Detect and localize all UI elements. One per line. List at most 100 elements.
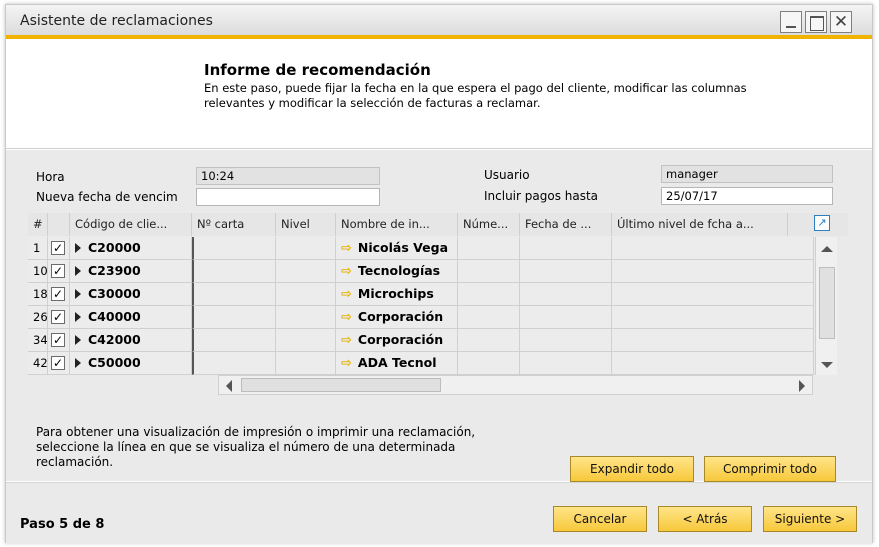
- minimize-button[interactable]: [780, 11, 802, 33]
- wizard-footer: Paso 5 de 8 Cancelar < Atrás Siguiente >: [6, 482, 872, 544]
- expand-all-button[interactable]: Expandir todo: [570, 456, 694, 482]
- customer-code: C50000: [88, 355, 141, 370]
- expand-triangle-icon[interactable]: [75, 335, 81, 345]
- row-checkbox-cell: ✓: [48, 329, 70, 352]
- number-cell: [458, 283, 520, 306]
- nueva-fecha-input[interactable]: [196, 188, 380, 206]
- window-title: Asistente de reclamaciones: [20, 13, 213, 29]
- hora-label: Hora: [36, 170, 65, 184]
- customer-name: Microchips: [357, 286, 434, 301]
- col-nivel[interactable]: Nivel: [276, 213, 336, 236]
- horizontal-scrollbar[interactable]: [218, 375, 813, 395]
- row-checkbox[interactable]: ✓: [51, 310, 65, 324]
- name-cell: ⇨ Nicolás Vega: [336, 237, 458, 260]
- customer-name: Corporación: [357, 332, 444, 347]
- customer-code: C42000: [88, 332, 141, 347]
- close-button[interactable]: ✕: [830, 11, 852, 33]
- maximize-button[interactable]: [805, 11, 827, 33]
- table-row[interactable]: 26 ✓ C40000 ⇨ Corporación: [28, 306, 814, 329]
- table-row[interactable]: 34 ✓ C42000 ⇨ Corporación: [28, 329, 814, 352]
- col-carta[interactable]: Nº carta: [192, 213, 276, 236]
- step-header: Informe de recomendación En este paso, p…: [6, 43, 872, 149]
- expand-triangle-icon[interactable]: [75, 289, 81, 299]
- letter-cell: [192, 352, 276, 375]
- link-arrow-icon[interactable]: ⇨: [341, 284, 352, 305]
- table-row[interactable]: 10 ✓ C23900 ⇨ Tecnologías: [28, 260, 814, 283]
- col-numero[interactable]: Núme...: [458, 213, 520, 236]
- title-bar[interactable]: Asistente de reclamaciones ✕: [6, 5, 872, 39]
- customer-code-cell: C50000: [70, 352, 192, 375]
- scroll-left-icon[interactable]: [226, 380, 232, 392]
- expand-triangle-icon[interactable]: [75, 243, 81, 253]
- number-cell: [458, 352, 520, 375]
- scroll-down-icon[interactable]: [821, 362, 833, 368]
- customer-name: Corporación: [357, 309, 444, 324]
- link-arrow-icon[interactable]: ⇨: [341, 238, 352, 259]
- date-cell: [520, 329, 612, 352]
- row-checkbox[interactable]: ✓: [51, 333, 65, 347]
- customer-code-cell: C42000: [70, 329, 192, 352]
- row-checkbox[interactable]: ✓: [51, 287, 65, 301]
- col-fecha[interactable]: Fecha de ...: [520, 213, 612, 236]
- back-button[interactable]: < Atrás: [658, 506, 752, 532]
- col-num[interactable]: #: [28, 213, 48, 236]
- cancel-button[interactable]: Cancelar: [553, 506, 647, 532]
- number-cell: [458, 260, 520, 283]
- level-cell: [276, 283, 336, 306]
- link-arrow-icon[interactable]: ⇨: [341, 307, 352, 328]
- last-level-cell: [612, 329, 814, 352]
- scroll-up-icon[interactable]: [821, 246, 833, 252]
- letter-cell: [192, 329, 276, 352]
- row-checkbox-cell: ✓: [48, 352, 70, 375]
- last-level-cell: [612, 306, 814, 329]
- last-level-cell: [612, 283, 814, 306]
- level-cell: [276, 352, 336, 375]
- horizontal-scroll-thumb[interactable]: [241, 378, 441, 392]
- row-number: 18: [28, 283, 48, 306]
- collapse-all-button[interactable]: Comprimir todo: [704, 456, 836, 482]
- expand-arrow-icon[interactable]: ↗: [814, 215, 830, 231]
- vertical-scrollbar[interactable]: [815, 237, 837, 375]
- link-arrow-icon[interactable]: ⇨: [341, 353, 352, 374]
- col-codigo[interactable]: Código de clie...: [70, 213, 192, 236]
- expand-triangle-icon[interactable]: [75, 358, 81, 368]
- col-nombre[interactable]: Nombre de in...: [336, 213, 458, 236]
- col-check[interactable]: [48, 213, 70, 236]
- row-checkbox[interactable]: ✓: [51, 356, 65, 370]
- minimize-icon: [781, 12, 801, 32]
- table-row[interactable]: 1 ✓ C20000 ⇨ Nicolás Vega: [28, 237, 814, 260]
- recommendation-grid: # Código de clie... Nº carta Nivel Nombr…: [28, 213, 848, 399]
- number-cell: [458, 306, 520, 329]
- table-row[interactable]: 42 ✓ C50000 ⇨ ADA Tecnol: [28, 352, 814, 375]
- expand-triangle-icon[interactable]: [75, 266, 81, 276]
- row-number: 34: [28, 329, 48, 352]
- link-arrow-icon[interactable]: ⇨: [341, 261, 352, 282]
- table-row[interactable]: 18 ✓ C30000 ⇨ Microchips: [28, 283, 814, 306]
- link-arrow-icon[interactable]: ⇨: [341, 330, 352, 351]
- customer-code: C40000: [88, 309, 141, 324]
- col-ultimo-nivel[interactable]: Último nivel de fcha a...: [612, 213, 788, 236]
- customer-name: Tecnologías: [357, 263, 441, 278]
- scroll-right-icon[interactable]: [799, 380, 805, 392]
- row-number: 10: [28, 260, 48, 283]
- expand-triangle-icon[interactable]: [75, 312, 81, 322]
- level-cell: [276, 260, 336, 283]
- print-help-note: Para obtener una visualización de impres…: [36, 425, 476, 469]
- row-checkbox[interactable]: ✓: [51, 264, 65, 278]
- customer-code: C30000: [88, 286, 141, 301]
- row-number: 1: [28, 237, 48, 260]
- customer-code-cell: C20000: [70, 237, 192, 260]
- vertical-scroll-thumb[interactable]: [819, 267, 835, 339]
- last-level-cell: [612, 260, 814, 283]
- customer-code-cell: C23900: [70, 260, 192, 283]
- customer-code: C20000: [88, 240, 141, 255]
- last-level-cell: [612, 352, 814, 375]
- level-cell: [276, 329, 336, 352]
- next-button[interactable]: Siguiente >: [763, 506, 857, 532]
- step-description: En este paso, puede fijar la fecha en la…: [204, 81, 747, 110]
- name-cell: ⇨ ADA Tecnol: [336, 352, 458, 375]
- incluir-pagos-input[interactable]: 25/07/17: [661, 187, 833, 205]
- customer-name: ADA Tecnol: [357, 355, 437, 370]
- row-checkbox[interactable]: ✓: [51, 241, 65, 255]
- date-cell: [520, 352, 612, 375]
